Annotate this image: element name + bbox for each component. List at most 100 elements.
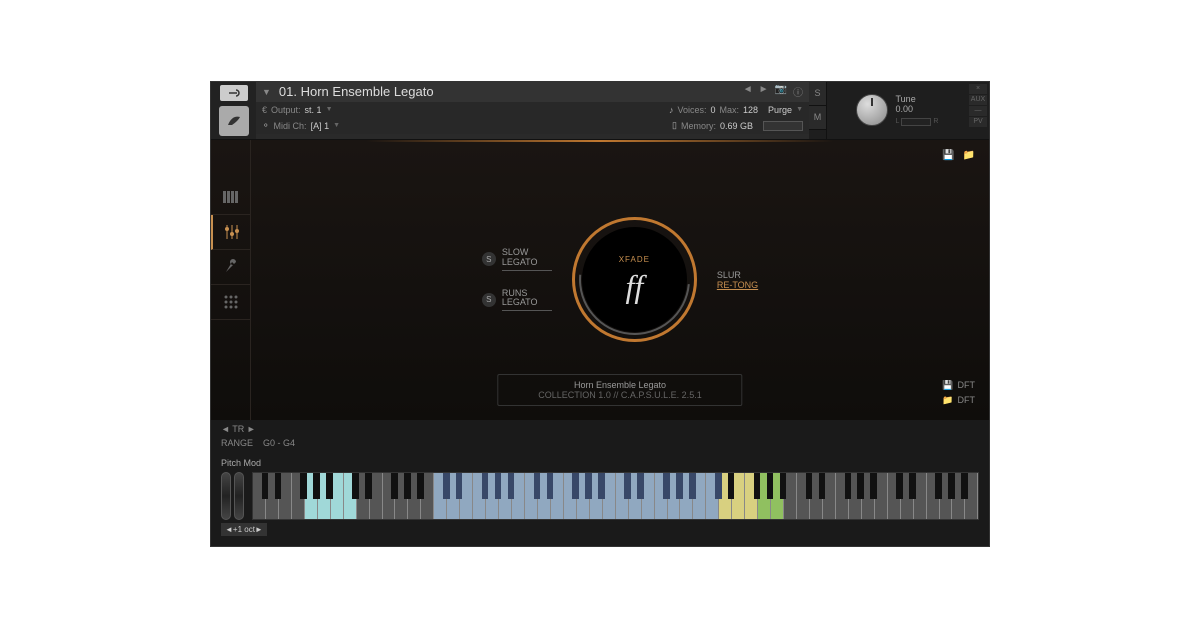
black-key[interactable]	[767, 473, 774, 500]
white-key[interactable]	[434, 473, 447, 519]
dft-save-button[interactable]: 💾DFT	[942, 380, 975, 391]
save-icon[interactable]: 💾	[942, 150, 954, 161]
pan-right-label: R	[933, 118, 938, 126]
black-key[interactable]	[585, 473, 592, 500]
black-key[interactable]	[456, 473, 463, 500]
octave-shift-button[interactable]: ◄+1 oct►	[221, 523, 267, 536]
white-key[interactable]	[253, 473, 266, 519]
tab-mixer[interactable]	[211, 215, 251, 250]
white-key[interactable]	[927, 473, 940, 519]
midi-selector[interactable]: ⚬ Midi Ch: [A] 1 ▼	[262, 120, 340, 132]
white-key[interactable]	[292, 473, 305, 519]
black-key[interactable]	[275, 473, 282, 500]
next-icon[interactable]: ►	[247, 424, 256, 434]
black-key[interactable]	[404, 473, 411, 500]
black-key[interactable]	[508, 473, 515, 500]
white-key[interactable]	[797, 473, 810, 519]
white-key[interactable]	[564, 473, 577, 519]
right-labels: SLUR RE-TONG	[717, 270, 758, 290]
tab-grid[interactable]	[211, 285, 251, 320]
output-selector[interactable]: € Output: st. 1 ▼	[262, 104, 333, 116]
solo-button[interactable]: S	[809, 82, 826, 106]
white-key[interactable]	[616, 473, 629, 519]
black-key[interactable]	[352, 473, 359, 500]
wrench-button[interactable]	[220, 85, 248, 101]
black-key[interactable]	[391, 473, 398, 500]
transport-row: ◄ TR ►	[211, 420, 989, 438]
collapse-arrow-icon[interactable]: ▼	[262, 87, 271, 97]
mute-button[interactable]: M	[809, 106, 826, 130]
black-key[interactable]	[780, 473, 787, 500]
voices-label: Voices:	[677, 105, 706, 115]
black-key[interactable]	[495, 473, 502, 500]
dft-load-button[interactable]: 📁DFT	[942, 395, 975, 406]
runs-legato-toggle[interactable]: S RUNS LEGATO	[482, 289, 552, 312]
white-key[interactable]	[745, 473, 758, 519]
black-key[interactable]	[870, 473, 877, 500]
keyboard-section: Pitch Mod ◄+1 oct►	[211, 452, 989, 546]
black-key[interactable]	[326, 473, 333, 500]
prev-preset-icon[interactable]: ◄	[743, 84, 753, 99]
slow-legato-toggle[interactable]: S SLOW LEGATO	[482, 248, 552, 271]
black-key[interactable]	[547, 473, 554, 500]
black-key[interactable]	[935, 473, 942, 500]
black-key[interactable]	[624, 473, 631, 500]
max-value[interactable]: 128	[743, 105, 758, 115]
white-key[interactable]	[655, 473, 668, 519]
white-key[interactable]	[836, 473, 849, 519]
white-key[interactable]	[888, 473, 901, 519]
black-key[interactable]	[754, 473, 761, 500]
mod-wheel[interactable]	[234, 472, 244, 520]
close-icon[interactable]: ×	[969, 84, 987, 94]
black-key[interactable]	[896, 473, 903, 500]
black-key[interactable]	[845, 473, 852, 500]
white-key[interactable]	[706, 473, 719, 519]
virtual-keyboard[interactable]	[252, 472, 979, 520]
tab-keyboard[interactable]	[211, 180, 251, 215]
retong-link[interactable]: RE-TONG	[717, 280, 758, 290]
black-key[interactable]	[313, 473, 320, 500]
black-key[interactable]	[715, 473, 722, 500]
black-key[interactable]	[819, 473, 826, 500]
black-key[interactable]	[663, 473, 670, 500]
black-key[interactable]	[417, 473, 424, 500]
next-preset-icon[interactable]: ►	[759, 84, 769, 99]
black-key[interactable]	[598, 473, 605, 500]
black-key[interactable]	[948, 473, 955, 500]
output-value: st. 1	[305, 105, 322, 115]
black-key[interactable]	[300, 473, 307, 500]
toggle-badge-icon: S	[482, 293, 496, 307]
pv-button[interactable]: PV	[969, 117, 987, 127]
black-key[interactable]	[482, 473, 489, 500]
aux-button[interactable]: AUX	[969, 95, 987, 105]
xfade-knob[interactable]: XFADE ff	[572, 217, 697, 342]
white-key[interactable]	[344, 473, 357, 519]
black-key[interactable]	[572, 473, 579, 500]
snapshot-icon[interactable]: 📷	[775, 84, 787, 99]
purge-button[interactable]: Purge	[768, 105, 792, 115]
info-icon[interactable]: ⓘ	[793, 84, 803, 99]
white-key[interactable]	[383, 473, 396, 519]
prev-icon[interactable]: ◄	[221, 424, 230, 434]
black-key[interactable]	[857, 473, 864, 500]
black-key[interactable]	[806, 473, 813, 500]
black-key[interactable]	[676, 473, 683, 500]
black-key[interactable]	[637, 473, 644, 500]
black-key[interactable]	[961, 473, 968, 500]
pitch-wheel[interactable]	[221, 472, 231, 520]
black-key[interactable]	[909, 473, 916, 500]
xfade-label: XFADE	[619, 255, 650, 264]
black-key[interactable]	[365, 473, 372, 500]
tab-settings[interactable]	[211, 250, 251, 285]
black-key[interactable]	[443, 473, 450, 500]
minimize-icon[interactable]: —	[969, 106, 987, 116]
white-key[interactable]	[525, 473, 538, 519]
white-key[interactable]	[473, 473, 486, 519]
pitch-mod-label: Pitch Mod	[221, 458, 261, 468]
black-key[interactable]	[728, 473, 735, 500]
black-key[interactable]	[534, 473, 541, 500]
tune-knob[interactable]	[856, 94, 888, 126]
folder-icon[interactable]: 📁	[963, 150, 975, 161]
black-key[interactable]	[262, 473, 269, 500]
black-key[interactable]	[689, 473, 696, 500]
